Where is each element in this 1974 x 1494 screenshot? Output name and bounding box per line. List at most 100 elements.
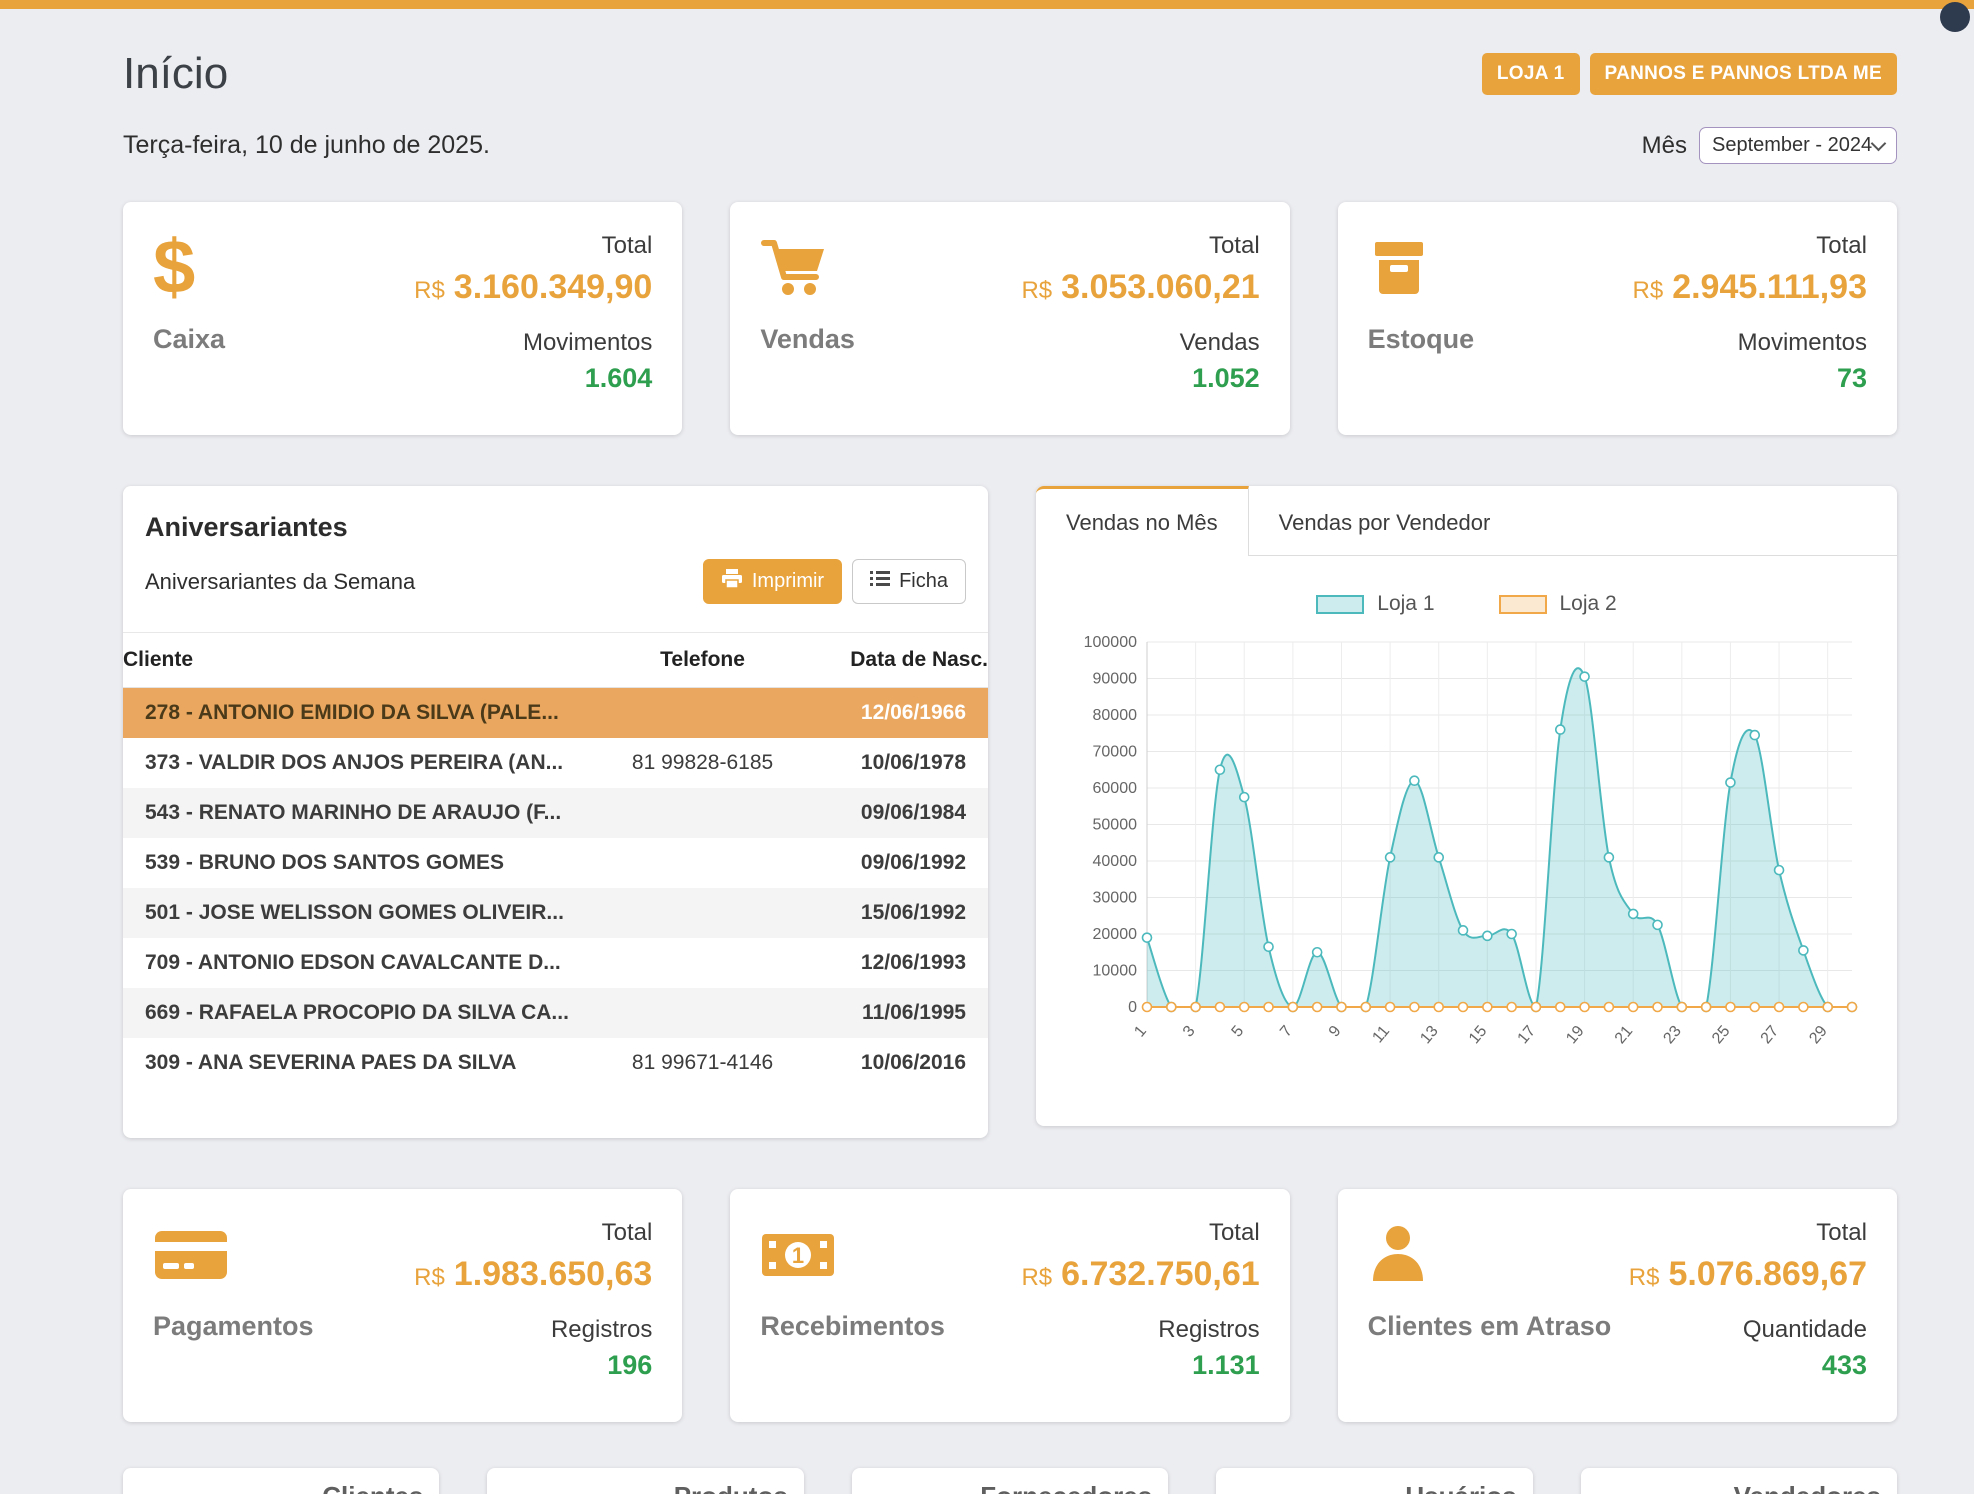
stat-card-label: Clientes em Atraso: [1368, 1311, 1612, 1342]
card-usuarios[interactable]: Usuários: [1216, 1468, 1532, 1494]
current-date: Terça-feira, 10 de junho de 2025.: [123, 131, 490, 160]
svg-text:1: 1: [1131, 1023, 1150, 1041]
column-header-cliente[interactable]: Cliente: [123, 633, 599, 688]
total-label: Total: [602, 1219, 653, 1247]
count-value: 1.052: [1192, 363, 1260, 394]
svg-text:1: 1: [792, 1243, 804, 1268]
store-badge[interactable]: LOJA 1: [1482, 53, 1580, 95]
birthdays-table: Cliente Telefone Data de Nasc. 278 - ANT…: [123, 632, 988, 1088]
svg-text:90000: 90000: [1092, 671, 1137, 688]
box-icon: [1368, 228, 1430, 308]
total-label: Total: [1816, 232, 1867, 260]
count-label: Registros: [551, 1316, 652, 1344]
svg-text:50000: 50000: [1092, 817, 1137, 834]
page-title: Início: [123, 49, 228, 99]
count-label: Quantidade: [1743, 1316, 1867, 1344]
svg-text:29: 29: [1806, 1023, 1831, 1048]
tab-vendas-no-mes[interactable]: Vendas no Mês: [1036, 486, 1249, 556]
credit-card-icon: [153, 1215, 229, 1295]
stat-card-caixa[interactable]: $ Caixa Total R$3.160.349,90 Movimentos …: [123, 202, 682, 435]
svg-text:21: 21: [1611, 1023, 1636, 1048]
total-value: R$5.076.869,67: [1629, 1255, 1867, 1294]
svg-text:80000: 80000: [1092, 707, 1137, 724]
count-value: 1.604: [585, 363, 653, 394]
card-produtos[interactable]: Produtos: [487, 1468, 803, 1494]
company-badge[interactable]: PANNOS E PANNOS LTDA ME: [1590, 53, 1897, 95]
legend-swatch-loja1: [1316, 595, 1364, 614]
stat-card-recebimentos[interactable]: 1 Recebimentos Total R$6.732.750,61 Regi…: [730, 1189, 1289, 1422]
svg-text:30000: 30000: [1092, 890, 1137, 907]
svg-text:3: 3: [1179, 1023, 1198, 1041]
table-row[interactable]: 709 - ANTONIO EDSON CAVALCANTE D... 12/0…: [123, 938, 988, 988]
svg-text:0: 0: [1128, 999, 1137, 1016]
middle-row: Aniversariantes Aniversariantes da Seman…: [123, 486, 1897, 1138]
count-value: 73: [1837, 363, 1867, 394]
money-bill-icon: 1: [760, 1215, 836, 1295]
sales-panel: Vendas no Mês Vendas por Vendedor Loja 1…: [1036, 486, 1897, 1126]
table-row[interactable]: 278 - ANTONIO EMIDIO DA SILVA (PALE... 1…: [123, 688, 988, 738]
total-value: R$2.945.111,93: [1633, 268, 1867, 307]
table-row[interactable]: 543 - RENATO MARINHO DE ARAUJO (F... 09/…: [123, 788, 988, 838]
svg-text:13: 13: [1417, 1023, 1442, 1048]
printer-icon: [721, 569, 743, 595]
svg-text:19: 19: [1563, 1023, 1588, 1048]
ficha-button[interactable]: Ficha: [852, 559, 966, 604]
total-value: R$3.160.349,90: [414, 268, 652, 307]
stat-card-pagamentos[interactable]: Pagamentos Total R$1.983.650,63 Registro…: [123, 1189, 682, 1422]
total-label: Total: [1816, 1219, 1867, 1247]
stat-card-label: Vendas: [760, 324, 855, 355]
legend-item-loja1[interactable]: Loja 1: [1316, 592, 1434, 616]
svg-text:25: 25: [1709, 1023, 1734, 1048]
svg-text:10000: 10000: [1092, 963, 1137, 980]
stat-card-label: Pagamentos: [153, 1311, 314, 1342]
table-row[interactable]: 669 - RAFAELA PROCOPIO DA SILVA CA... 11…: [123, 988, 988, 1038]
column-header-data-nasc[interactable]: Data de Nasc.: [806, 633, 988, 688]
card-fornecedores[interactable]: Fornecedores: [852, 1468, 1168, 1494]
table-row[interactable]: 501 - JOSE WELISSON GOMES OLIVEIR... 15/…: [123, 888, 988, 938]
print-button[interactable]: Imprimir: [703, 559, 842, 604]
chevron-down-icon: [1871, 135, 1887, 151]
month-select[interactable]: September - 2024: [1699, 127, 1897, 164]
total-value: R$3.053.060,21: [1021, 268, 1259, 307]
count-value: 433: [1822, 1350, 1867, 1381]
page-header: Início LOJA 1 PANNOS E PANNOS LTDA ME: [123, 49, 1897, 99]
sales-area-chart[interactable]: 0100002000030000400005000060000700008000…: [1052, 630, 1882, 1080]
legend-swatch-loja2: [1499, 595, 1547, 614]
tab-vendas-por-vendedor[interactable]: Vendas por Vendedor: [1249, 486, 1521, 556]
stat-card-estoque[interactable]: Estoque Total R$2.945.111,93 Movimentos …: [1338, 202, 1897, 435]
stat-card-label: Recebimentos: [760, 1311, 945, 1342]
main-content: Início LOJA 1 PANNOS E PANNOS LTDA ME Te…: [0, 49, 1974, 1494]
stat-cards-bottom-row: Pagamentos Total R$1.983.650,63 Registro…: [123, 1189, 1897, 1422]
legend-item-loja2[interactable]: Loja 2: [1499, 592, 1617, 616]
svg-text:11: 11: [1369, 1023, 1393, 1047]
stat-card-clientes-em-atraso[interactable]: Clientes em Atraso Total R$5.076.869,67 …: [1338, 1189, 1897, 1422]
table-row[interactable]: 373 - VALDIR DOS ANJOS PEREIRA (AN... 81…: [123, 738, 988, 788]
month-label: Mês: [1642, 132, 1687, 160]
user-avatar[interactable]: [1940, 2, 1970, 32]
total-value: R$1.983.650,63: [414, 1255, 652, 1294]
svg-text:27: 27: [1757, 1023, 1782, 1048]
svg-text:20000: 20000: [1092, 926, 1137, 943]
count-label: Registros: [1158, 1316, 1259, 1344]
card-vendedores[interactable]: Vendedores: [1581, 1468, 1897, 1494]
total-value: R$6.732.750,61: [1021, 1255, 1259, 1294]
svg-text:60000: 60000: [1092, 780, 1137, 797]
table-row[interactable]: 539 - BRUNO DOS SANTOS GOMES 09/06/1992: [123, 838, 988, 888]
total-label: Total: [602, 232, 653, 260]
top-accent-bar: [0, 0, 1974, 9]
svg-text:23: 23: [1660, 1023, 1685, 1048]
date-row: Terça-feira, 10 de junho de 2025. Mês Se…: [123, 127, 1897, 164]
stat-card-vendas[interactable]: Vendas Total R$3.053.060,21 Vendas 1.052: [730, 202, 1289, 435]
column-header-telefone[interactable]: Telefone: [599, 633, 807, 688]
stat-card-label: Caixa: [153, 324, 225, 355]
person-icon: [1368, 1215, 1428, 1295]
total-label: Total: [1209, 232, 1260, 260]
svg-text:17: 17: [1514, 1023, 1539, 1048]
card-clientes[interactable]: Clientes: [123, 1468, 439, 1494]
count-label: Movimentos: [523, 329, 652, 357]
total-label: Total: [1209, 1219, 1260, 1247]
month-picker: Mês September - 2024: [1642, 127, 1897, 164]
birthdays-card: Aniversariantes Aniversariantes da Seman…: [123, 486, 988, 1138]
sales-tabs: Vendas no Mês Vendas por Vendedor: [1036, 486, 1897, 556]
table-row[interactable]: 309 - ANA SEVERINA PAES DA SILVA 81 9967…: [123, 1038, 988, 1088]
